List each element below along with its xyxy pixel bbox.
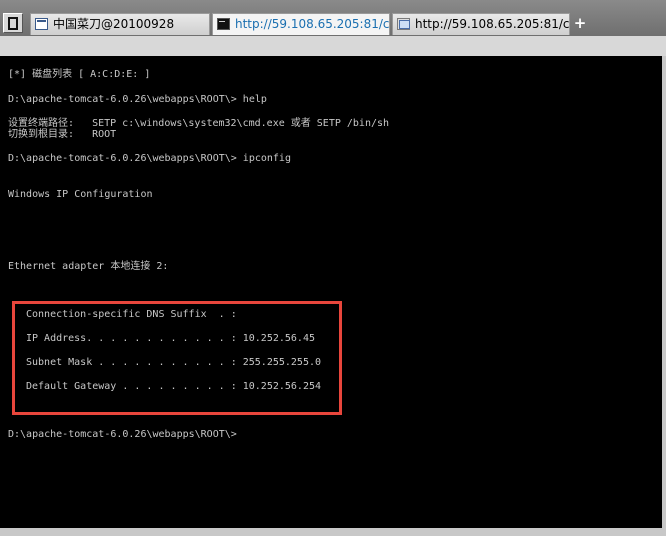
terminal-icon bbox=[217, 18, 230, 30]
window-menu-icon[interactable] bbox=[3, 13, 23, 33]
tab-caidao[interactable]: 中国菜刀@20100928 bbox=[30, 13, 210, 35]
folder-icon bbox=[397, 18, 410, 30]
subnet-mask-line: Subnet Mask . . . . . . . . . . . : 255.… bbox=[26, 357, 322, 368]
new-tab-button[interactable]: + bbox=[572, 13, 588, 33]
tab-terminal[interactable]: http://59.108.65.205:81/css.j... bbox=[212, 13, 390, 35]
ip-address-line: IP Address. . . . . . . . . . . . : 10.2… bbox=[26, 333, 315, 344]
tab-bar: 中国菜刀@20100928 http://59.108.65.205:81/cs… bbox=[0, 0, 666, 36]
windows-ip-config-line: Windows IP Configuration bbox=[8, 189, 153, 200]
tab-label: 中国菜刀@20100928 bbox=[53, 17, 175, 31]
window-frame-right bbox=[662, 56, 666, 536]
drive-list-line: [*] 磁盘列表 [ A:C:D:E: ] bbox=[8, 69, 151, 80]
tab-label: http://59.108.65.205:81/css.j... bbox=[235, 17, 390, 31]
page-icon bbox=[35, 18, 48, 30]
prompt-help-line: D:\apache-tomcat-6.0.26\webapps\ROOT\> h… bbox=[8, 94, 267, 105]
tab-file-manager[interactable]: http://59.108.65.205:81/css.j... bbox=[392, 13, 570, 35]
dns-suffix-line: Connection-specific DNS Suffix . : bbox=[26, 309, 237, 320]
final-prompt-line: D:\apache-tomcat-6.0.26\webapps\ROOT\> bbox=[8, 429, 237, 440]
toolbar-band bbox=[0, 36, 666, 56]
default-gateway-line: Default Gateway . . . . . . . . . : 10.2… bbox=[26, 381, 322, 392]
terminal-console[interactable]: [*] 磁盘列表 [ A:C:D:E: ] D:\apache-tomcat-6… bbox=[0, 56, 662, 528]
tab-label: http://59.108.65.205:81/css.j... bbox=[415, 17, 570, 31]
window-frame-bottom bbox=[0, 528, 666, 536]
adapter-header-line: Ethernet adapter 本地连接 2: bbox=[8, 261, 169, 272]
help-root-line: 切换到根目录: ROOT bbox=[8, 129, 117, 140]
prompt-ipconfig-line: D:\apache-tomcat-6.0.26\webapps\ROOT\> i… bbox=[8, 153, 291, 164]
